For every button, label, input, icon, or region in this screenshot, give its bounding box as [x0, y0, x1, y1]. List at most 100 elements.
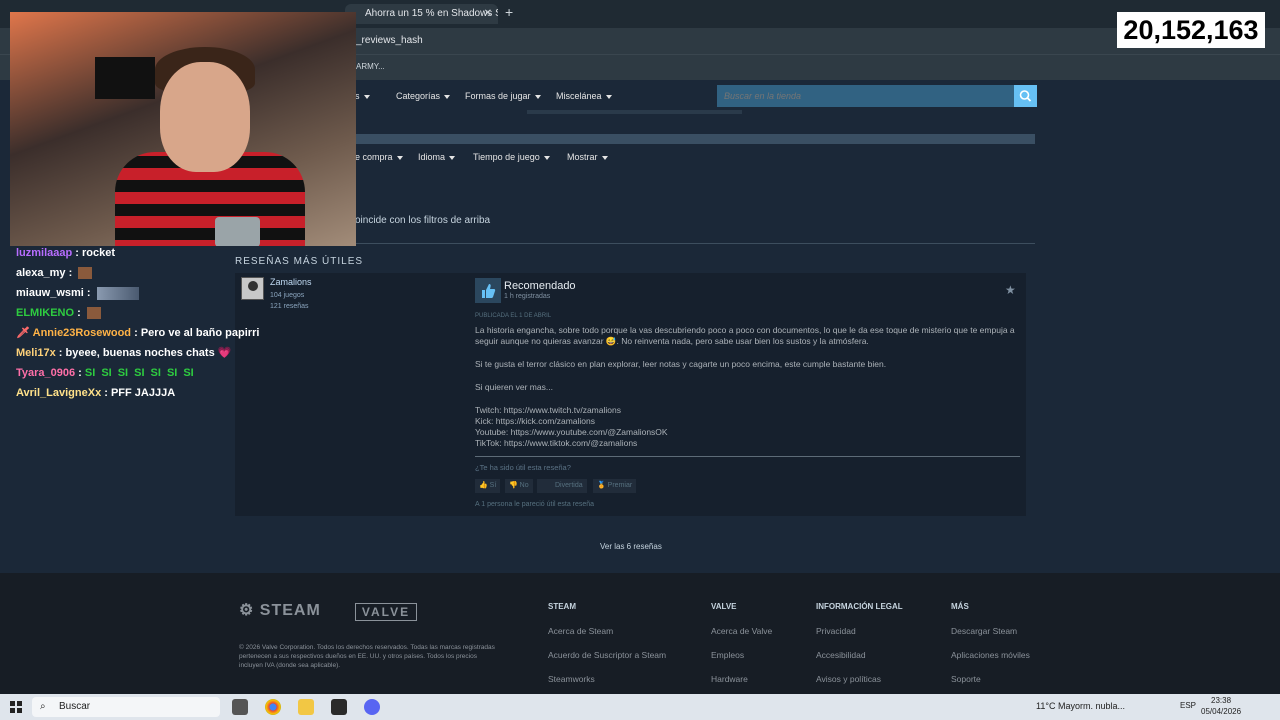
- nav-item-categorias[interactable]: Categorías: [396, 82, 451, 110]
- chat-message: Meli17x : byeee, buenas noches chats 💗: [16, 347, 232, 359]
- review-paragraph: Si te gusta el terror clásico en plan ex…: [475, 359, 887, 369]
- reviewer-reviews[interactable]: 121 reseñas: [270, 303, 309, 310]
- filter-idioma[interactable]: Idioma: [418, 145, 456, 169]
- footer-heading: STEAM: [548, 602, 576, 611]
- filter-label: Mostrar: [567, 152, 598, 162]
- webcam-tv: [95, 57, 155, 99]
- active-tab-title: Ahorra un 15 % en Shadows Si: [365, 8, 498, 19]
- footer-link[interactable]: Accesibilidad: [816, 650, 866, 660]
- file-explorer-icon[interactable]: [298, 699, 314, 715]
- filter-mostrar[interactable]: Mostrar: [567, 145, 608, 169]
- weather-widget[interactable]: 11°C Mayorm. nubla...: [1036, 701, 1125, 711]
- viewer-counter: 20,152,163: [1117, 12, 1265, 48]
- footer-link[interactable]: Acerca de Steam: [548, 626, 613, 636]
- chat-user: alexa_my: [16, 267, 66, 279]
- review-verdict[interactable]: Recomendado: [504, 280, 576, 292]
- close-tab-icon[interactable]: ✕: [484, 4, 492, 24]
- chat-user: luzmilaaap: [16, 247, 73, 259]
- reviewer-name[interactable]: Zamalions: [270, 277, 312, 287]
- reviewer-games[interactable]: 104 juegos: [270, 292, 304, 299]
- url-text: _reviews_hash: [356, 35, 423, 46]
- caret-down-icon: [444, 94, 451, 99]
- published-date: PUBLICADA EL 1 DE ABRIL: [475, 313, 552, 319]
- review-link[interactable]: Kick: https://kick.com/zamalions: [475, 416, 1023, 427]
- filter-tipo-compra[interactable]: e compra: [355, 145, 403, 169]
- epic-games-icon[interactable]: [331, 699, 347, 715]
- footer-link[interactable]: Acuerdo de Suscriptor a Steam: [548, 650, 666, 660]
- chat-text: PFF JAJJJA: [110, 387, 176, 399]
- emote-icon: [96, 286, 139, 300]
- nav-item-formas-de-jugar[interactable]: Formas de jugar: [465, 82, 541, 110]
- hours-played: 1 h registradas: [504, 293, 551, 300]
- review-link[interactable]: TikTok: https://www.tiktok.com/@zamalion…: [475, 438, 1023, 449]
- chat-user: Avril_LavigneXx: [16, 387, 102, 399]
- nav-label: Categorías: [396, 91, 441, 101]
- review-link[interactable]: Youtube: https://www.youtube.com/@Zamali…: [475, 427, 1023, 438]
- nav-item-miscelanea[interactable]: Miscelánea: [556, 82, 612, 110]
- footer-link[interactable]: Privacidad: [816, 626, 856, 636]
- language-indicator[interactable]: ESP: [1180, 701, 1196, 710]
- chat-message: Tyara_0906 : SI SI SI SI SI SI SI: [16, 367, 194, 379]
- footer-link[interactable]: Avisos y políticas: [816, 674, 881, 684]
- task-view-icon[interactable]: [232, 699, 248, 715]
- page: Ahorra un 15 % en Shadows Si ✕ + _review…: [0, 0, 1280, 720]
- caret-down-icon: [363, 94, 370, 99]
- award-button[interactable]: 🏅 Premiar: [593, 479, 637, 493]
- vote-label: No: [519, 482, 529, 489]
- review-paragraph: Si quieren ver mas...: [475, 382, 553, 392]
- chat-message: miauw_wsmi :: [16, 286, 246, 306]
- caret-down-icon: [449, 155, 456, 160]
- footer-link[interactable]: Soporte: [951, 674, 981, 684]
- footer-link[interactable]: Steamworks: [548, 674, 595, 684]
- review-paragraph: La historia engancha, sobre todo porque …: [475, 325, 1015, 346]
- vote-no-button[interactable]: 👎 No: [505, 479, 533, 493]
- chat-si: SI: [134, 367, 145, 379]
- chat-si: SI: [166, 367, 178, 379]
- nav-label: Formas de jugar: [465, 91, 531, 101]
- steam-logo[interactable]: ⚙ STEAM: [239, 600, 321, 620]
- emote-icon: [86, 307, 101, 320]
- webcam-overlay: [10, 12, 356, 246]
- thumbs-up-icon: [475, 278, 501, 303]
- discord-icon[interactable]: [364, 699, 380, 715]
- vote-funny-button[interactable]: Divertida: [537, 479, 587, 493]
- chrome-icon[interactable]: [265, 699, 281, 715]
- footer: ⚙ STEAM VALVE © 2026 Valve Corporation. …: [0, 573, 1280, 694]
- see-all-reviews-link[interactable]: Ver las 6 reseñas: [600, 542, 662, 551]
- chat-user: ELMIKENO: [16, 307, 75, 319]
- footer-link[interactable]: Descargar Steam: [951, 626, 1017, 636]
- windows-start-icon[interactable]: [10, 701, 22, 713]
- valve-logo[interactable]: VALVE: [355, 603, 417, 621]
- clock-time: 23:38: [1211, 696, 1232, 705]
- stream-chat: luzmilaaap : rocket alexa_my : miauw_wsm…: [16, 246, 259, 406]
- footer-link[interactable]: Empleos: [711, 650, 744, 660]
- chat-si: SI: [183, 367, 194, 379]
- clock[interactable]: 23:38 05/04/2026: [1201, 695, 1241, 717]
- search-button[interactable]: [1014, 85, 1037, 107]
- new-tab-icon[interactable]: +: [505, 4, 513, 20]
- steam-logo-text: STEAM: [259, 602, 321, 619]
- chat-user: miauw_wsmi: [16, 287, 84, 299]
- footer-link[interactable]: Acerca de Valve: [711, 626, 772, 636]
- webcam-cup: [215, 217, 260, 246]
- store-search-input[interactable]: [717, 85, 1014, 107]
- chat-message: Avril_LavigneXx : PFF JAJJJA: [16, 387, 176, 399]
- vote-label: Sí: [489, 482, 497, 489]
- review-link[interactable]: Twitch: https://www.twitch.tv/zamalions: [475, 405, 1023, 416]
- footer-link[interactable]: Aplicaciones móviles: [951, 650, 1030, 660]
- vote-label: Premiar: [607, 482, 633, 489]
- bookmark-item[interactable]: ARMY...: [356, 55, 385, 79]
- webcam-person-face: [160, 62, 250, 172]
- filter-tiempo-juego[interactable]: Tiempo de juego: [473, 145, 550, 169]
- taskbar-search[interactable]: ⌕ Buscar: [32, 697, 220, 717]
- active-tab[interactable]: Ahorra un 15 % en Shadows Si ✕: [345, 4, 498, 24]
- caret-down-icon: [605, 94, 612, 99]
- found-helpful-text: A 1 persona le pareció útil esta reseña: [475, 501, 595, 508]
- footer-heading: VALVE: [711, 602, 737, 611]
- vote-label: Divertida: [555, 482, 583, 489]
- legal-text: © 2026 Valve Corporation. Todos los dere…: [239, 644, 495, 669]
- footer-link[interactable]: Hardware: [711, 674, 748, 684]
- chat-text: Pero ve al baño papirri: [140, 327, 260, 339]
- award-star-icon[interactable]: ★: [1005, 283, 1016, 297]
- vote-yes-button[interactable]: 👍 Sí: [475, 479, 501, 493]
